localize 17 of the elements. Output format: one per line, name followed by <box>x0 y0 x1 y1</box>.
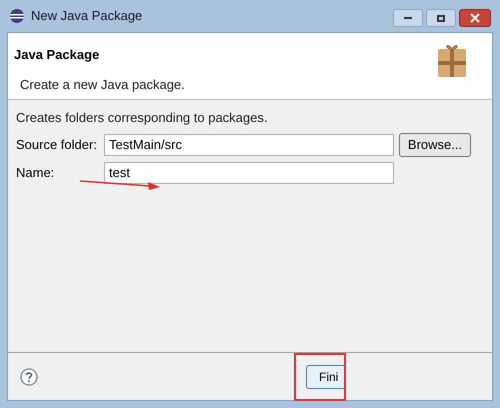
finish-button[interactable]: Fini <box>306 364 344 388</box>
description-text: Creates folders corresponding to packages. <box>16 109 268 127</box>
window-title: New Java Package <box>31 7 142 26</box>
browse-button[interactable]: Browse... <box>399 132 471 156</box>
input-field[interactable]: TestMain/src <box>104 134 394 156</box>
package-icon <box>436 43 468 79</box>
sphere-icon <box>9 8 25 24</box>
close-icon <box>470 13 480 23</box>
input-field[interactable]: test <box>104 162 394 184</box>
field-label: Source folder: <box>16 136 98 154</box>
close-button[interactable] <box>459 9 491 27</box>
header-subtitle: Create a new Java package. <box>19 76 185 94</box>
field-label: Name: <box>16 164 56 182</box>
header-title: Java Package <box>14 46 100 64</box>
help-icon[interactable] <box>20 368 38 386</box>
minimize-button[interactable] <box>393 9 423 27</box>
maximize-button[interactable] <box>426 9 456 27</box>
